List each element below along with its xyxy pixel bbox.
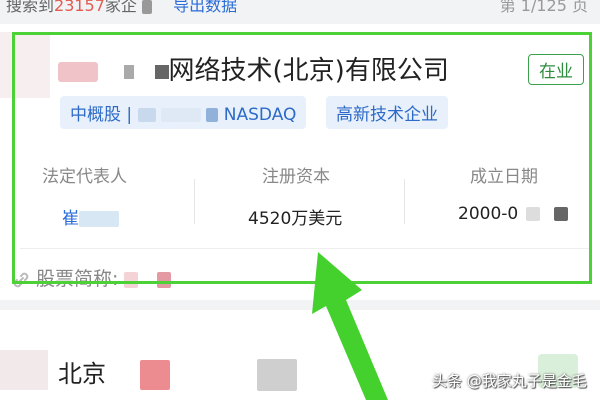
tag-listing-prefix: 中概股 | — [70, 105, 138, 125]
redacted-block — [526, 207, 541, 221]
company-name-2-text: 北京 — [58, 360, 106, 388]
redacted-block — [257, 359, 298, 391]
company-name-2[interactable]: 北京 — [58, 354, 298, 391]
company-avatar — [0, 32, 50, 98]
legal-rep-value[interactable]: 崔 — [62, 204, 119, 229]
redacted-block — [124, 271, 139, 288]
page-indicator: 第 1/125 页 — [499, 0, 588, 15]
redacted-block — [156, 271, 171, 288]
stock-row: 股票简称: — [12, 264, 171, 291]
date-label: 成立日期 — [470, 167, 538, 187]
tag-hightech[interactable]: 高新技术企业 — [326, 96, 448, 129]
export-data-link[interactable]: 导出数据 — [173, 0, 237, 15]
result-count: 23157 — [54, 0, 105, 15]
stat-divider — [194, 179, 195, 224]
legal-rep-name: 崔 — [62, 209, 79, 229]
company-card[interactable]: 网络技术(北京)有限公司 在业 中概股 | NASDAQ 高新技术企业 法定代表… — [0, 24, 600, 300]
tag-listing-exchange: NASDAQ — [223, 105, 297, 125]
redacted-block — [206, 108, 219, 122]
company-avatar — [0, 350, 48, 390]
company-name-text: 网络技术(北京)有限公司 — [168, 56, 449, 86]
redacted-block — [142, 0, 153, 14]
tag-listing[interactable]: 中概股 | NASDAQ — [60, 96, 307, 129]
redacted-block — [139, 360, 170, 390]
capital-label: 注册资本 — [262, 167, 330, 187]
redacted-block — [137, 108, 156, 122]
card-separator — [20, 248, 590, 249]
search-prefix: 搜索到 — [6, 0, 55, 15]
search-result-summary: 搜索到23157家企 导出数据 — [6, 0, 237, 16]
watermark: 头条 @我家丸子是金毛 — [432, 372, 587, 390]
redacted-name-part — [154, 64, 169, 79]
capital-value: 4520万美元 — [248, 209, 343, 229]
company-name[interactable]: 网络技术(北京)有限公司 — [58, 50, 449, 87]
date-text: 2000-0 — [458, 204, 519, 224]
redacted-block — [79, 211, 119, 227]
search-suffix: 家企 — [104, 0, 137, 15]
redacted-block — [554, 207, 569, 221]
stock-label: 股票简称: — [36, 268, 119, 290]
search-result-bar: 搜索到23157家企 导出数据 第 1/125 页 — [0, 0, 600, 22]
date-value: 2000-0 — [458, 204, 569, 224]
status-badge: 在业 — [528, 54, 584, 85]
link-icon — [13, 272, 29, 287]
redacted-name-part — [58, 61, 98, 82]
redacted-block — [160, 108, 201, 122]
legal-rep-label: 法定代表人 — [42, 167, 127, 187]
stat-divider — [404, 179, 405, 224]
redacted-name-part — [124, 64, 135, 79]
